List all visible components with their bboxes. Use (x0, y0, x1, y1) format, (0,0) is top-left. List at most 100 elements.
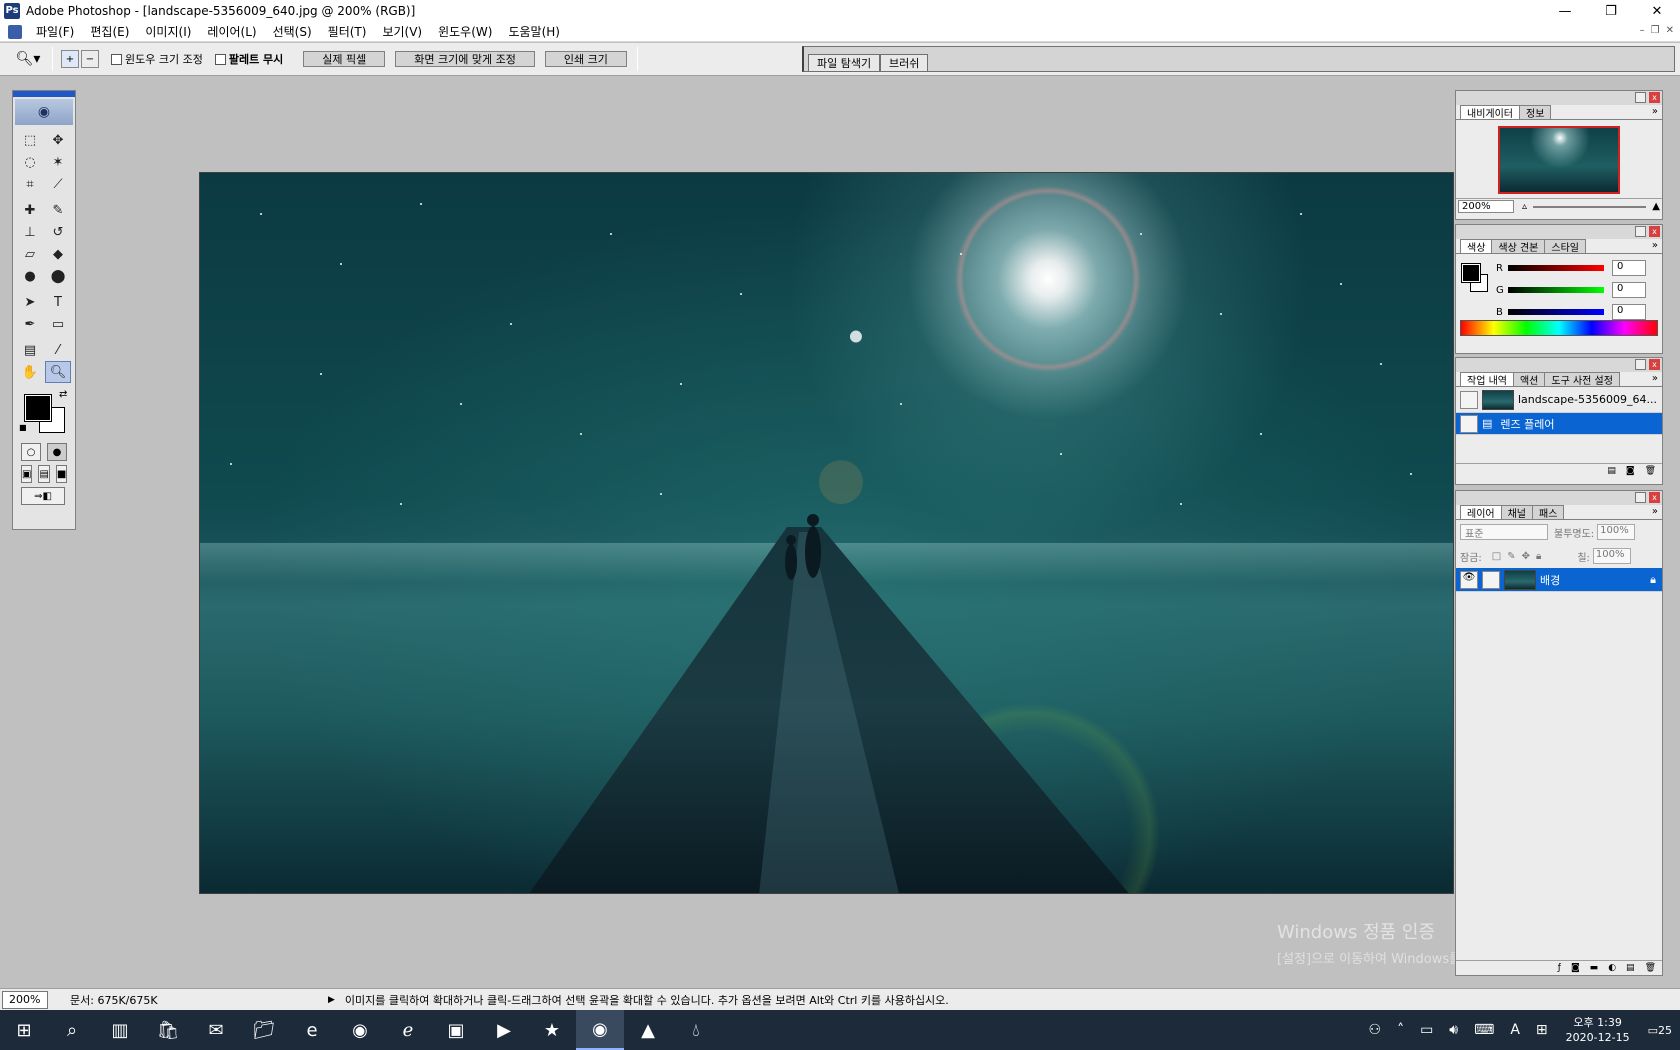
people-icon[interactable]: ⚇ (1361, 1022, 1390, 1038)
palette-menu-icon[interactable]: » (1652, 506, 1658, 517)
minimize-icon[interactable] (1635, 359, 1646, 370)
file-explorer-icon[interactable]: 📁︎ (240, 1010, 288, 1050)
photoshop-eye-icon[interactable]: ◉ (15, 99, 73, 125)
slice-icon[interactable]: ⟋ (45, 173, 71, 195)
default-colors-icon[interactable]: ■ (19, 423, 27, 432)
palette-title-bar[interactable]: x (1456, 91, 1662, 105)
toolbox-title-bar[interactable] (13, 91, 75, 97)
menu-help[interactable]: 도움말(H) (500, 23, 568, 40)
tab-swatches[interactable]: 색상 견본 (1491, 239, 1546, 254)
menu-select[interactable]: 선택(S) (265, 23, 320, 40)
palette-menu-icon[interactable]: » (1652, 373, 1658, 384)
add-mask-icon[interactable]: ◙ (1571, 963, 1580, 973)
delete-layer-icon[interactable]: 🗑︎ (1645, 963, 1656, 973)
keyboard-icon[interactable]: ⌨ (1466, 1022, 1502, 1038)
standard-screen-icon[interactable]: ▣ (21, 465, 33, 483)
fit-on-screen-button[interactable]: 화면 크기에 맞게 조정 (395, 51, 535, 67)
tab-paths[interactable]: 패스 (1532, 505, 1565, 520)
mail-icon[interactable]: ✉ (192, 1010, 240, 1050)
clock[interactable]: 오후 1:39 2020-12-15 (1556, 1015, 1640, 1045)
edge-icon[interactable]: e (288, 1010, 336, 1050)
resize-window-checkbox[interactable]: 윈도우 크기 조정 (111, 51, 203, 67)
minimize-button[interactable]: — (1542, 0, 1588, 22)
eyedropper-icon[interactable]: ⁄ (45, 339, 71, 361)
close-button[interactable]: ✕ (1634, 0, 1680, 22)
navigator-zoom-field[interactable]: 200% (1458, 200, 1514, 213)
zoom-out-mountain-icon[interactable]: ▵ (1522, 201, 1527, 212)
zoom-out-icon[interactable]: − (81, 50, 99, 68)
color-spectrum-ramp[interactable] (1460, 320, 1658, 336)
marquee-icon[interactable]: ⬚ (17, 129, 43, 151)
red-value-field[interactable]: 0 (1612, 260, 1646, 276)
move-icon[interactable]: ✥ (45, 129, 71, 151)
doc-close-icon[interactable]: ✕ (1666, 25, 1674, 36)
ignore-palettes-checkbox[interactable]: 팔레트 무시 (214, 51, 283, 67)
history-step-row[interactable]: ▤ 렌즈 플레어 (1456, 413, 1662, 435)
tab-tool-presets[interactable]: 도구 사전 설정 (1544, 372, 1620, 387)
minimize-icon[interactable] (1635, 492, 1646, 503)
menu-view[interactable]: 보기(V) (374, 23, 430, 40)
lock-image-icon[interactable]: ✎ (1507, 551, 1515, 562)
palette-menu-icon[interactable]: » (1652, 240, 1658, 251)
palette-title-bar[interactable]: x (1456, 225, 1662, 239)
close-icon[interactable]: x (1649, 492, 1660, 503)
palette-title-bar[interactable]: x (1456, 358, 1662, 372)
quick-mask-icon[interactable]: ● (47, 443, 67, 461)
history-slider-icon[interactable] (1460, 414, 1478, 433)
new-snapshot-icon[interactable]: ◙ (1626, 466, 1635, 476)
close-icon[interactable]: x (1649, 359, 1660, 370)
volume-icon[interactable]: 🔊︎ (1441, 1022, 1466, 1038)
star-app-icon[interactable]: ★ (528, 1010, 576, 1050)
adjustment-layer-icon[interactable]: ◐ (1608, 963, 1616, 973)
ime-indicator[interactable]: A (1502, 1022, 1528, 1038)
full-screen-icon[interactable]: ■ (55, 465, 68, 483)
zoom-tool-icon[interactable]: 🔍︎ (45, 361, 71, 383)
document-size-info[interactable]: 문서: 675K/675K (70, 992, 270, 1008)
checkbox-box[interactable] (214, 53, 226, 65)
close-icon[interactable]: x (1649, 92, 1660, 103)
windows-start-icon[interactable]: ⊞ (0, 1010, 48, 1050)
notification-center-icon[interactable]: ▭25 (1640, 1024, 1680, 1037)
menu-layer[interactable]: 레이어(L) (199, 23, 264, 40)
lasso-icon[interactable]: ◌ (17, 151, 43, 173)
menu-filter[interactable]: 필터(T) (320, 23, 375, 40)
healing-brush-icon[interactable]: ✚ (17, 199, 43, 221)
layer-row-background[interactable]: 👁︎ 배경 🔒︎ (1456, 568, 1662, 592)
store-icon[interactable]: 🛍︎ (144, 1010, 192, 1050)
network-icon[interactable]: ▭ (1412, 1022, 1441, 1038)
foreground-color-swatch[interactable] (24, 394, 52, 422)
paint-bucket-icon[interactable]: ◆ (45, 243, 71, 265)
layer-style-icon[interactable]: ƒ (1558, 963, 1561, 973)
delete-icon[interactable]: 🗑︎ (1645, 466, 1656, 476)
full-screen-menu-icon[interactable]: ▤ (38, 465, 50, 483)
lock-transparency-icon[interactable]: □ (1492, 551, 1501, 562)
tab-navigator[interactable]: 내비게이터 (1460, 105, 1520, 120)
menu-edit[interactable]: 편집(E) (82, 23, 137, 40)
fill-field[interactable]: 100% (1592, 548, 1631, 564)
tab-info[interactable]: 정보 (1519, 105, 1552, 120)
internet-explorer-icon[interactable]: ℯ (384, 1010, 432, 1050)
history-brush-source-icon[interactable] (1460, 390, 1478, 409)
tab-channels[interactable]: 채널 (1500, 505, 1534, 520)
zoom-in-mountain-icon[interactable]: ▲ (1652, 201, 1660, 212)
notes-icon[interactable]: ▤ (17, 339, 43, 361)
history-snapshot-row[interactable]: landscape-5356009_64... (1456, 387, 1662, 413)
hand-icon[interactable]: ✋ (17, 361, 43, 383)
blue-value-field[interactable]: 0 (1612, 304, 1646, 320)
tab-layers[interactable]: 레이어 (1460, 505, 1502, 520)
document-icon[interactable] (8, 24, 22, 39)
photoshop-taskbar-icon[interactable]: ◉ (576, 1010, 624, 1050)
paint-app-icon[interactable]: 💧︎ (672, 1010, 720, 1050)
blend-mode-select[interactable]: 표준 (1460, 524, 1548, 540)
new-group-icon[interactable]: ▬ (1590, 963, 1599, 973)
blue-slider[interactable] (1508, 309, 1604, 315)
close-icon[interactable]: x (1649, 226, 1660, 237)
swap-colors-icon[interactable]: ⇄ (59, 389, 67, 400)
ime-mode-icon[interactable]: ⊞ (1528, 1022, 1556, 1038)
tab-styles[interactable]: 스타일 (1544, 239, 1586, 254)
show-hidden-icons-chevron-icon[interactable]: ˄ (1389, 1022, 1412, 1038)
palette-title-bar[interactable]: x (1456, 491, 1662, 505)
navigator-thumbnail[interactable] (1498, 126, 1620, 194)
new-layer-icon[interactable]: ▤ (1626, 963, 1635, 973)
tab-color[interactable]: 색상 (1460, 239, 1493, 254)
